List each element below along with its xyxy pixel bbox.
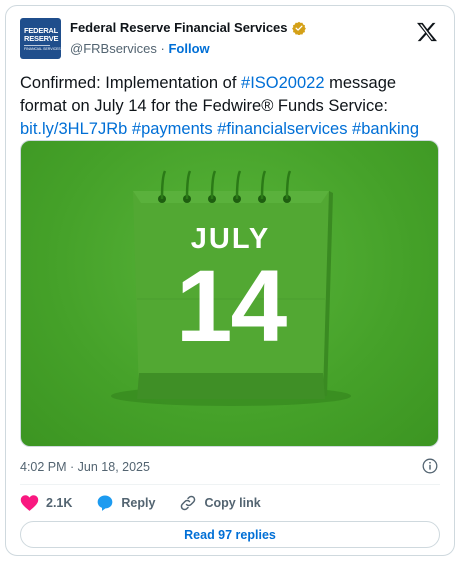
tweet-meta: 4:02 PM · Jun 18, 2025: [20, 458, 440, 476]
x-logo-icon[interactable]: [416, 22, 438, 42]
action-bar: 2.1K Reply Copy link: [20, 490, 285, 516]
read-replies-button[interactable]: Read 97 replies: [20, 521, 440, 548]
timestamp[interactable]: 4:02 PM · Jun 18, 2025: [20, 460, 150, 474]
display-name[interactable]: Federal Reserve Financial Services: [70, 20, 288, 35]
info-icon[interactable]: [422, 458, 438, 474]
calendar-day: 14: [175, 249, 287, 363]
hashtag-iso20022[interactable]: #ISO20022: [241, 74, 324, 92]
tweet-text-intro: Confirmed: Implementation of: [20, 74, 242, 92]
tweet-header: FEDERAL RESERVE FINANCIAL SERVICES Feder…: [20, 18, 440, 62]
copy-link-button[interactable]: Copy link: [179, 494, 261, 512]
avatar-logo-text: FEDERAL RESERVE: [24, 26, 59, 43]
hashtag-banking[interactable]: #banking: [352, 120, 419, 138]
avatar[interactable]: FEDERAL RESERVE FINANCIAL SERVICES: [20, 18, 61, 59]
reply-label: Reply: [121, 496, 156, 510]
tweet-link[interactable]: bit.ly/3HL7JRb: [20, 120, 127, 138]
follow-button[interactable]: Follow: [168, 41, 209, 56]
handle[interactable]: @FRBservices: [70, 41, 157, 56]
handle-separator: ·: [160, 41, 165, 56]
like-count: 2.1K: [46, 496, 73, 510]
avatar-sub-text: FINANCIAL SERVICES: [24, 47, 61, 51]
reply-bubble-icon: [98, 495, 113, 511]
link-icon: [181, 495, 196, 511]
copy-link-label: Copy link: [204, 496, 261, 510]
tweet-card: FEDERAL RESERVE FINANCIAL SERVICES Feder…: [5, 5, 455, 556]
heart-icon: [20, 495, 39, 511]
name-row: Federal Reserve Financial Services: [70, 20, 306, 35]
tweet-text: Confirmed: Implementation of #ISO20022 m…: [20, 72, 445, 141]
hashtag-payments[interactable]: #payments: [132, 120, 213, 138]
verified-badge-icon: [291, 21, 306, 35]
hashtag-financialservices[interactable]: #financialservices: [217, 120, 347, 138]
handle-row: @FRBservices · Follow: [70, 41, 210, 56]
reply-button[interactable]: Reply: [96, 494, 155, 512]
like-button[interactable]: 2.1K: [20, 494, 72, 512]
avatar-rule: [24, 45, 50, 46]
divider: [20, 484, 440, 485]
tweet-media-image[interactable]: JULY 14: [20, 140, 439, 447]
